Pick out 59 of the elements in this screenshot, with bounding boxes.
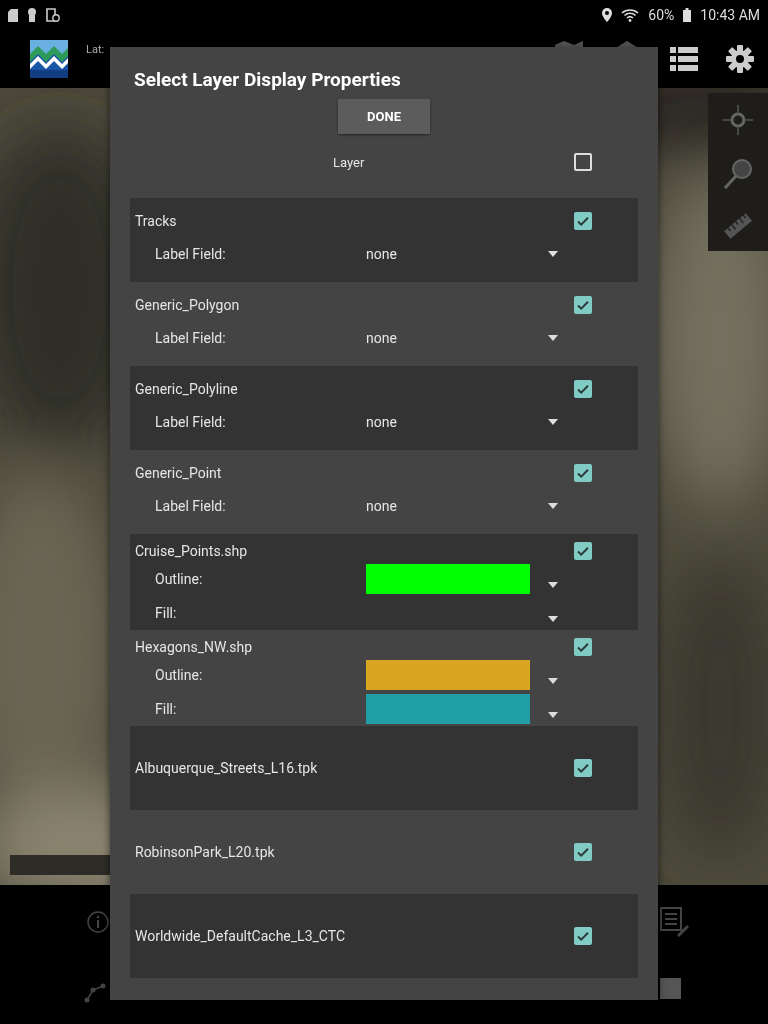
column-header: Layer xyxy=(333,154,366,170)
layer-name: Cruise_Points.shp xyxy=(135,543,249,559)
field-label: Label Field: xyxy=(155,330,227,346)
field-label: Outline: xyxy=(155,667,204,683)
layer-name: Albuquerque_Streets_L16.tpk xyxy=(135,760,319,776)
dropdown-caret-icon[interactable] xyxy=(548,616,558,622)
dropdown-caret-icon[interactable] xyxy=(548,251,558,257)
checkbox[interactable] xyxy=(574,759,592,777)
field-label: Fill: xyxy=(155,605,178,621)
dialog-title: Select Layer Display Properties xyxy=(134,67,402,93)
color-swatch[interactable] xyxy=(366,564,530,594)
dropdown-value[interactable]: none xyxy=(366,414,530,430)
checkbox[interactable] xyxy=(574,638,592,656)
checkbox[interactable] xyxy=(574,843,592,861)
dropdown-value[interactable]: none xyxy=(366,330,530,346)
wifi-icon xyxy=(621,8,640,22)
dropdown-caret-icon[interactable] xyxy=(548,419,558,425)
search-icon[interactable] xyxy=(723,158,753,190)
checkbox[interactable] xyxy=(574,464,592,482)
field-label: Label Field: xyxy=(155,498,227,514)
field-label: Outline: xyxy=(155,571,204,587)
dropdown-caret-icon[interactable] xyxy=(548,712,558,718)
keyhole-icon xyxy=(27,8,37,22)
layer-name: Generic_Polygon xyxy=(135,297,241,313)
dropdown-value[interactable]: none xyxy=(366,498,530,514)
layer-name: Generic_Point xyxy=(135,465,223,481)
layer-name: Hexagons_NW.shp xyxy=(135,639,254,655)
battery-icon xyxy=(683,8,692,22)
location-icon xyxy=(602,8,613,22)
checkbox[interactable] xyxy=(574,296,592,314)
color-swatch[interactable] xyxy=(366,660,530,690)
checkbox[interactable] xyxy=(574,542,592,560)
done-button[interactable]: DONE xyxy=(338,99,430,134)
settings-icon[interactable] xyxy=(726,45,754,73)
list-icon[interactable] xyxy=(670,47,698,71)
layer-name: Tracks xyxy=(135,213,178,229)
layer-name: Generic_Polyline xyxy=(135,381,239,397)
layer-name: Worldwide_DefaultCache_L3_CTC xyxy=(135,928,346,944)
dropdown-caret-icon[interactable] xyxy=(548,582,558,588)
clock-time: 10:43 AM xyxy=(700,7,760,23)
dropdown-caret-icon[interactable] xyxy=(548,335,558,341)
app-logo[interactable] xyxy=(30,40,68,78)
checkbox[interactable] xyxy=(574,153,592,171)
checkbox[interactable] xyxy=(574,927,592,945)
dropdown-value[interactable]: none xyxy=(366,246,530,262)
field-label: Fill: xyxy=(155,701,178,717)
document-icon xyxy=(46,8,60,22)
dropdown-caret-icon[interactable] xyxy=(548,503,558,509)
locate-icon[interactable] xyxy=(723,104,753,135)
layer-name: RobinsonPark_L20.tpk xyxy=(135,844,276,860)
coordinates-text: Lat: xyxy=(86,43,105,56)
field-label: Label Field: xyxy=(155,414,227,430)
sd-card-icon xyxy=(8,8,18,22)
dropdown-caret-icon[interactable] xyxy=(548,678,558,684)
checkbox[interactable] xyxy=(574,212,592,230)
battery-percent: 60% xyxy=(648,7,675,23)
field-label: Label Field: xyxy=(155,246,227,262)
color-swatch[interactable] xyxy=(366,694,530,724)
checkbox[interactable] xyxy=(574,380,592,398)
